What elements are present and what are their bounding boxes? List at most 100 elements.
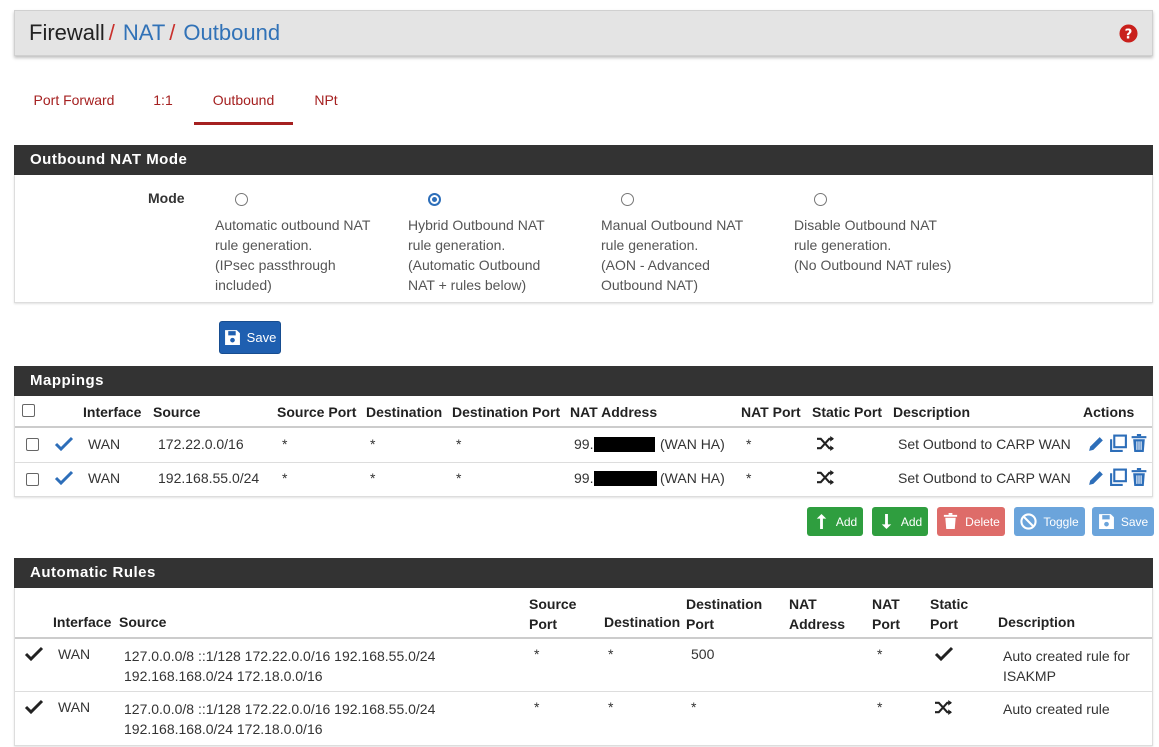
col-source: Source <box>153 404 201 420</box>
col-header-line: Destination <box>686 596 763 612</box>
edit-pencil-icon[interactable] <box>1087 434 1106 453</box>
mode-automatic-radio[interactable] <box>235 193 248 206</box>
mode-text-line: Automatic outbound NAT <box>215 217 371 233</box>
add-top-button[interactable]: Add <box>807 507 863 536</box>
cell-interface: WAN <box>58 699 91 715</box>
cell-description-line: ISAKMP <box>1003 668 1056 684</box>
row-select-checkbox[interactable] <box>26 438 39 451</box>
col-destination: Destination <box>604 614 681 630</box>
cell-description: Set Outbond to CARP WAN <box>898 436 1071 452</box>
toggle-label: Toggle <box>1043 514 1079 529</box>
col-destination-port: Destination Port <box>686 594 762 634</box>
add-bottom-label: Add <box>900 514 923 529</box>
col-actions: Actions <box>1083 404 1135 420</box>
mode-text-line: (IPsec passthrough <box>215 257 336 273</box>
cell-source-line: 127.0.0.0/8 ::1/128 172.22.0.0/16 192.16… <box>124 701 436 717</box>
cell-destination-port: 500 <box>691 646 715 662</box>
cell-nat-suffix: (WAN HA) <box>660 470 725 486</box>
cell-interface: WAN <box>88 436 121 452</box>
cell-source-port: * <box>534 646 540 662</box>
mode-text-line: (Automatic Outbound <box>408 257 541 273</box>
row-select-checkbox[interactable] <box>26 473 39 486</box>
mode-save-label: Save <box>246 330 277 345</box>
col-header-line: Source <box>529 596 577 612</box>
edit-pencil-icon[interactable] <box>1087 468 1106 487</box>
col-nat-address: NAT Address <box>570 404 658 420</box>
mode-save-button[interactable]: Save <box>219 321 281 354</box>
mode-hybrid-radio[interactable] <box>428 193 441 206</box>
mode-manual-radio[interactable] <box>621 193 634 206</box>
cell-interface: WAN <box>88 470 121 486</box>
cell-destination: * <box>370 470 376 486</box>
cell-description-line: Auto created rule <box>1003 701 1110 717</box>
mode-text-line: (AON - Advanced <box>601 257 710 273</box>
cell-source-port: * <box>282 436 288 452</box>
copy-icon[interactable] <box>1109 434 1128 453</box>
cell-destination-port: * <box>691 699 697 715</box>
mode-automatic-text: Automatic outbound NAT rule generation. … <box>215 215 395 295</box>
mode-text-line: NAT + rules below) <box>408 277 527 293</box>
redaction-bar <box>594 471 657 486</box>
enabled-check-icon[interactable] <box>54 470 74 486</box>
shuffle-icon <box>817 469 834 486</box>
select-all-checkbox[interactable] <box>22 404 35 417</box>
mode-label: Mode <box>148 190 185 206</box>
tab-outbound[interactable]: Outbound <box>194 90 293 125</box>
mappings-save-label: Save <box>1120 514 1149 529</box>
col-destination-port: Destination Port <box>452 404 561 420</box>
svg-text:?: ? <box>1125 27 1133 42</box>
cell-description: Auto created rule <box>1003 699 1110 719</box>
cell-source-line: 127.0.0.0/8 ::1/128 172.22.0.0/16 192.16… <box>124 648 436 664</box>
mode-text-line: (No Outbound NAT rules) <box>794 257 952 273</box>
mode-text-line: Manual Outbound NAT <box>601 217 744 233</box>
mode-disable-radio[interactable] <box>814 193 827 206</box>
tab-one-to-one[interactable]: 1:1 <box>142 90 184 125</box>
col-interface: Interface <box>83 404 142 420</box>
mappings-table: Interface Source Source Port Destination… <box>14 396 1153 497</box>
col-description: Description <box>998 614 1076 630</box>
add-bottom-button[interactable]: Add <box>872 507 928 536</box>
cell-source: 192.168.55.0/24 <box>158 470 260 486</box>
header-divider <box>15 637 1152 639</box>
delete-button[interactable]: Delete <box>937 507 1005 536</box>
cell-nat-port: * <box>877 699 883 715</box>
breadcrumb-firewall: Firewall <box>29 20 105 45</box>
static-port-check-icon <box>934 646 954 662</box>
mappings-save-button[interactable]: Save <box>1092 507 1154 536</box>
cell-description-line: Auto created rule for <box>1003 648 1130 664</box>
breadcrumb: Firewall / NAT / Outbound <box>29 20 280 46</box>
breadcrumb-outbound[interactable]: Outbound <box>183 20 280 45</box>
row-divider <box>15 691 1152 692</box>
enabled-check-icon[interactable] <box>54 436 74 452</box>
col-header-line: Port <box>930 616 958 632</box>
copy-icon[interactable] <box>1109 468 1128 487</box>
cell-destination: * <box>370 436 376 452</box>
col-header-line: Port <box>872 616 900 632</box>
floppy-disk-icon <box>1098 514 1114 529</box>
col-description: Description <box>893 404 971 420</box>
automatic-rules-panel-title: Automatic Rules <box>14 558 1153 588</box>
enabled-check-icon <box>24 699 44 715</box>
toggle-button[interactable]: Toggle <box>1014 507 1085 536</box>
mode-text-line: rule generation. <box>794 237 892 253</box>
ban-icon <box>1020 513 1037 530</box>
mappings-panel-title: Mappings <box>14 366 1153 396</box>
col-destination: Destination <box>366 404 443 420</box>
delete-trash-icon[interactable] <box>1130 434 1148 453</box>
col-nat-port: NAT Port <box>872 594 900 634</box>
cell-source-port: * <box>534 699 540 715</box>
cell-nat-port: * <box>746 436 752 452</box>
delete-trash-icon[interactable] <box>1130 468 1148 487</box>
cell-interface: WAN <box>58 646 91 662</box>
breadcrumb-nat[interactable]: NAT <box>123 20 165 45</box>
cell-nat-port: * <box>877 646 883 662</box>
tab-npt[interactable]: NPt <box>306 90 346 125</box>
help-icon[interactable]: ? <box>1119 24 1138 43</box>
col-nat-port: NAT Port <box>741 404 801 420</box>
mode-disable-text: Disable Outbound NAT rule generation. (N… <box>794 215 994 275</box>
cell-source: 172.22.0.0/16 <box>158 436 244 452</box>
header-divider <box>15 426 1152 428</box>
col-static-port: Static Port <box>930 594 968 634</box>
tab-port-forward[interactable]: Port Forward <box>14 90 134 125</box>
mode-text-line: Hybrid Outbound NAT <box>408 217 545 233</box>
